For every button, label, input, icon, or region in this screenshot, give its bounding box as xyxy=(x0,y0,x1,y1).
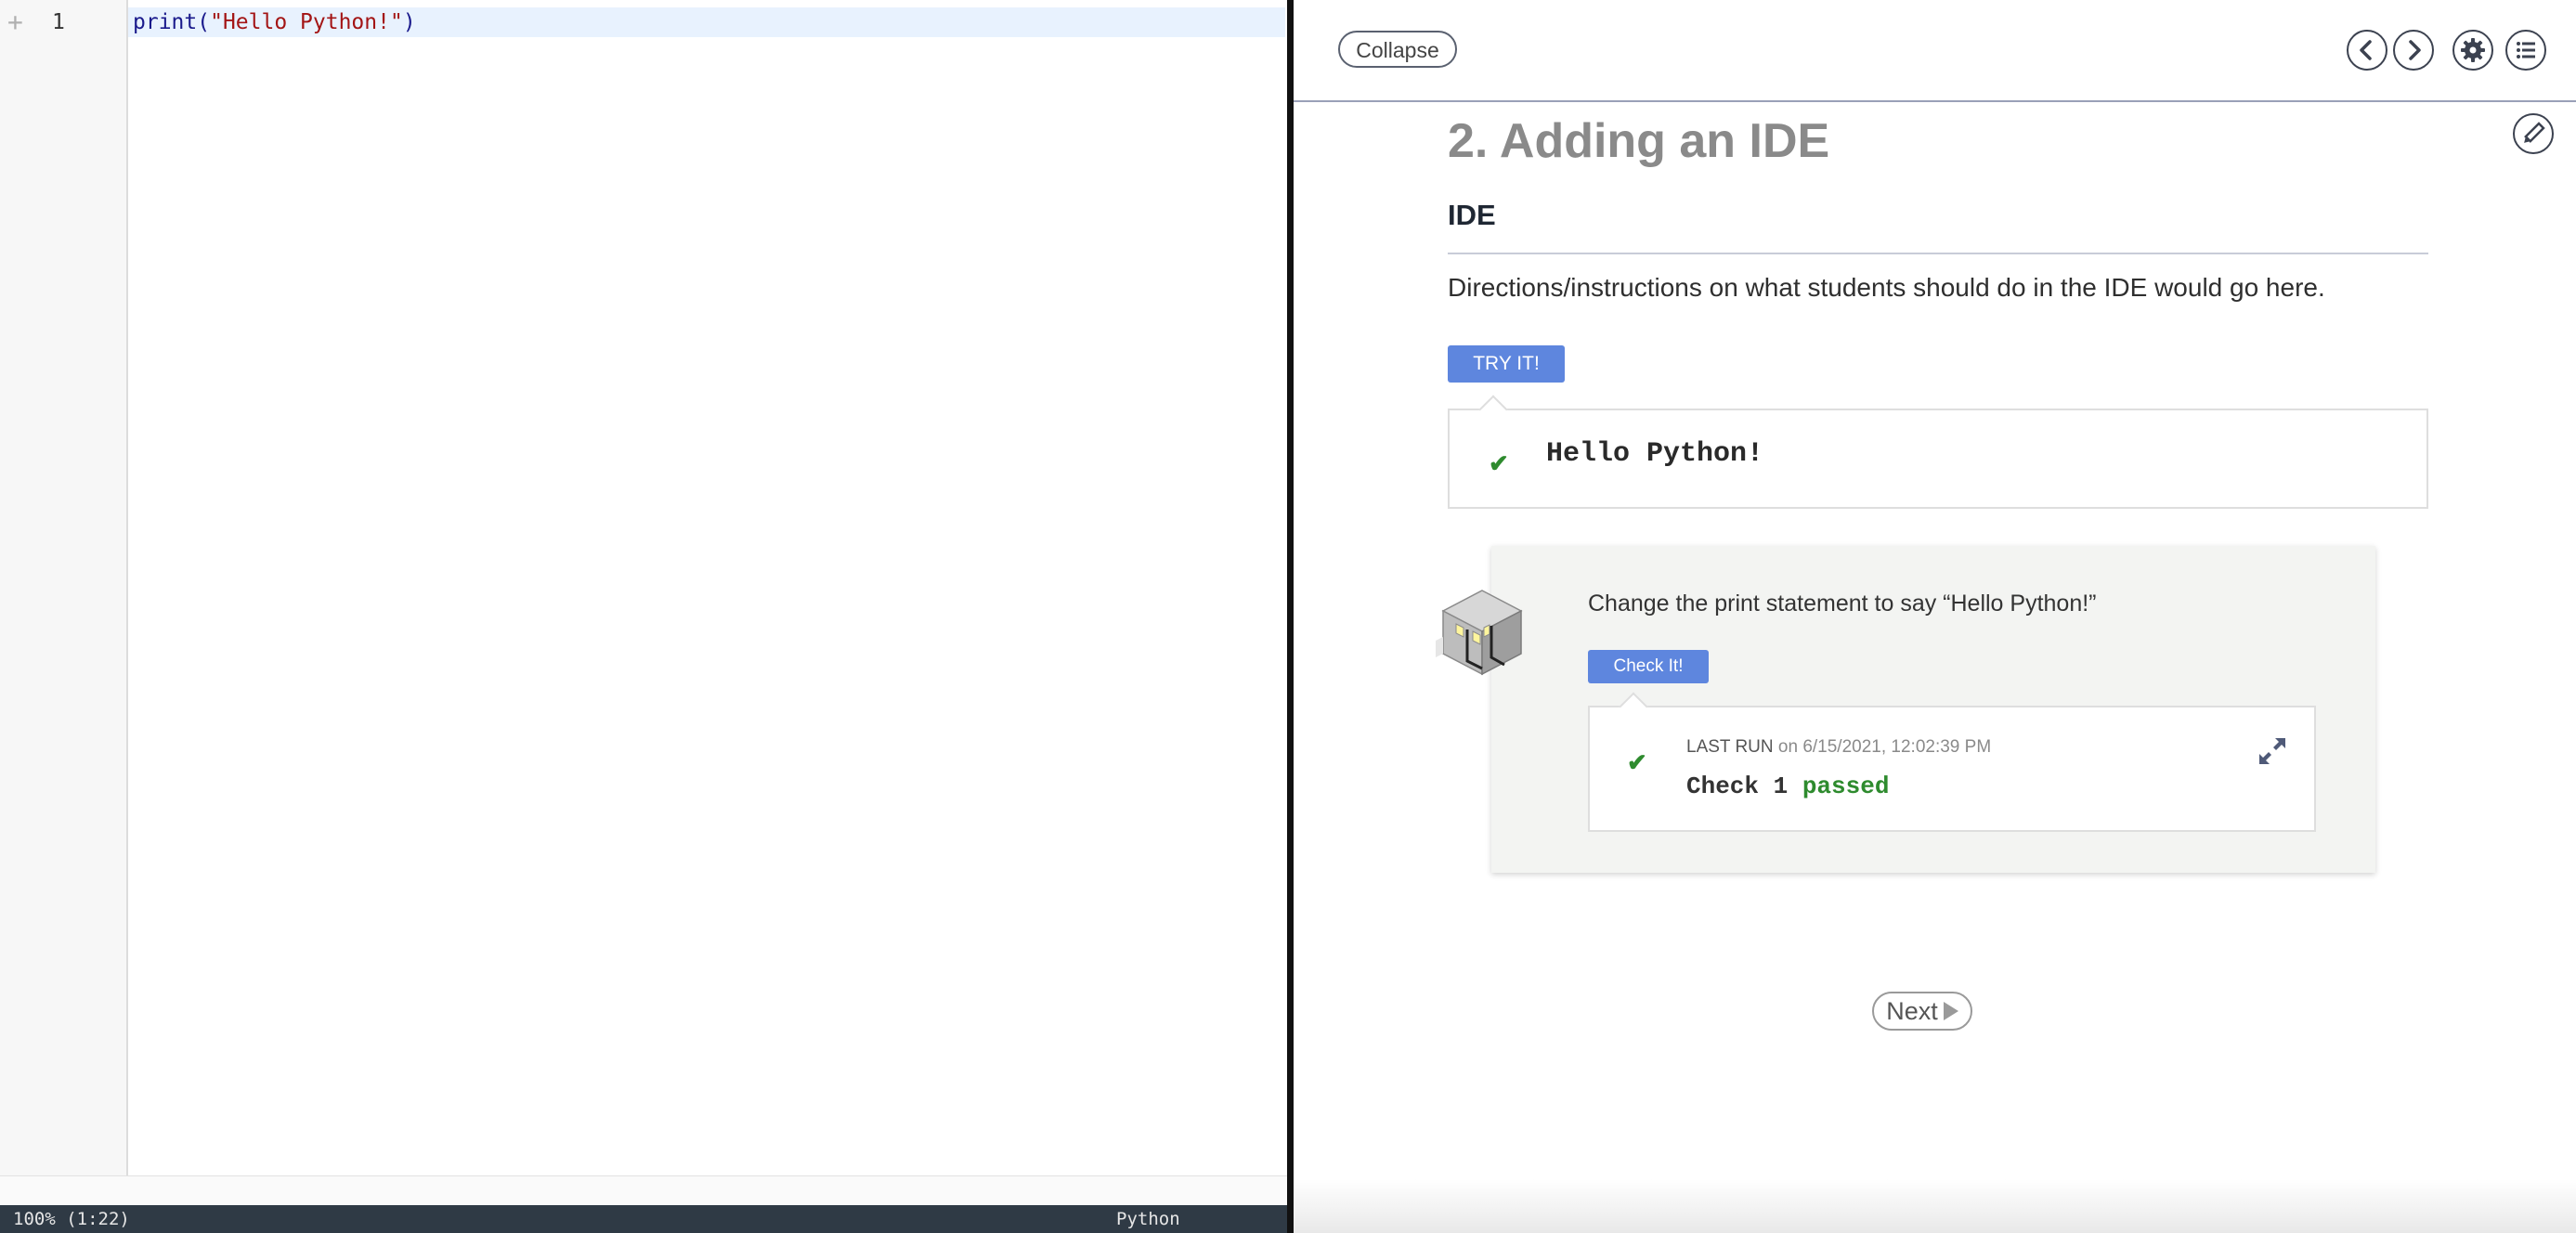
bottom-shadow xyxy=(1294,1179,2576,1233)
next-label: Next xyxy=(1886,997,1938,1025)
prev-button[interactable] xyxy=(2347,30,2387,71)
edit-button[interactable] xyxy=(2513,113,2554,154)
code-editor[interactable]: + 1 print("Hello Python!") 100% (1:22) P… xyxy=(0,0,1287,1233)
output-box: ✔ Hello Python! xyxy=(1448,395,2428,509)
line-gutter: + 1 xyxy=(0,0,128,1175)
challenge-prompt: Change the print statement to say “Hello… xyxy=(1588,591,2097,616)
code-token-string: "Hello Python!" xyxy=(210,10,403,34)
last-run-timestamp: on 6/15/2021, 12:02:39 PM xyxy=(1777,737,1992,757)
last-run-info: LAST RUN on 6/15/2021, 12:02:39 PM xyxy=(1686,737,1991,758)
play-arrow-icon xyxy=(1943,1001,1958,1020)
section-title: IDE xyxy=(1448,199,1496,231)
next-step-button[interactable] xyxy=(2393,30,2434,71)
result-pointer xyxy=(1619,692,1648,721)
editor-statusbar: 100% (1:22) Python xyxy=(0,1205,1287,1233)
settings-button[interactable] xyxy=(2452,30,2493,71)
toc-button[interactable] xyxy=(2505,30,2546,71)
line-number: 1 xyxy=(52,10,65,34)
section-divider xyxy=(1448,253,2428,254)
result-prefix: Check 1 xyxy=(1686,772,1802,800)
check-result-box: ✔ LAST RUN on 6/15/2021, 12:02:39 PM Che… xyxy=(1588,692,2316,832)
check-result: Check 1 passed xyxy=(1686,772,1889,800)
pencil-icon xyxy=(2524,122,2545,143)
try-it-button[interactable]: TRY IT! xyxy=(1448,345,1565,383)
guide-toolbar: Collapse xyxy=(1294,0,2576,102)
directions-text: Directions/instructions on what students… xyxy=(1448,273,2325,302)
chevron-right-icon xyxy=(2409,40,2421,60)
code-token-paren-open: ( xyxy=(197,10,211,34)
check-icon: ✔ xyxy=(1489,449,1509,477)
page-title: 2. Adding an IDE xyxy=(1448,114,1830,168)
output-pointer xyxy=(1478,395,1508,424)
result-status: passed xyxy=(1802,772,1890,800)
horizontal-scrollbar[interactable] xyxy=(0,1175,1287,1206)
expand-icon[interactable] xyxy=(2257,735,2288,767)
code-token-paren-close: ) xyxy=(402,10,416,34)
code-line[interactable]: print("Hello Python!") xyxy=(133,9,416,35)
program-output: Hello Python! xyxy=(1546,438,1764,470)
guide-avatar-icon xyxy=(1436,590,1523,676)
list-icon xyxy=(2517,42,2535,58)
check-it-button[interactable]: Check It! xyxy=(1588,650,1709,683)
pane-divider[interactable] xyxy=(1287,0,1294,1233)
code-token-function: print xyxy=(133,10,198,34)
collapse-button[interactable]: Collapse xyxy=(1338,31,1457,68)
last-run-label: LAST RUN xyxy=(1686,737,1774,757)
zoom-cursor-position: 100% (1:22) xyxy=(13,1209,130,1229)
next-page-button[interactable]: Next xyxy=(1872,992,1972,1031)
challenge-card: Change the print statement to say “Hello… xyxy=(1491,546,2375,873)
language-mode[interactable]: Python xyxy=(1116,1205,1180,1233)
gear-icon xyxy=(2461,38,2485,62)
fold-icon[interactable]: + xyxy=(7,7,23,37)
chevron-left-icon xyxy=(2360,40,2372,60)
check-icon: ✔ xyxy=(1627,748,1647,776)
